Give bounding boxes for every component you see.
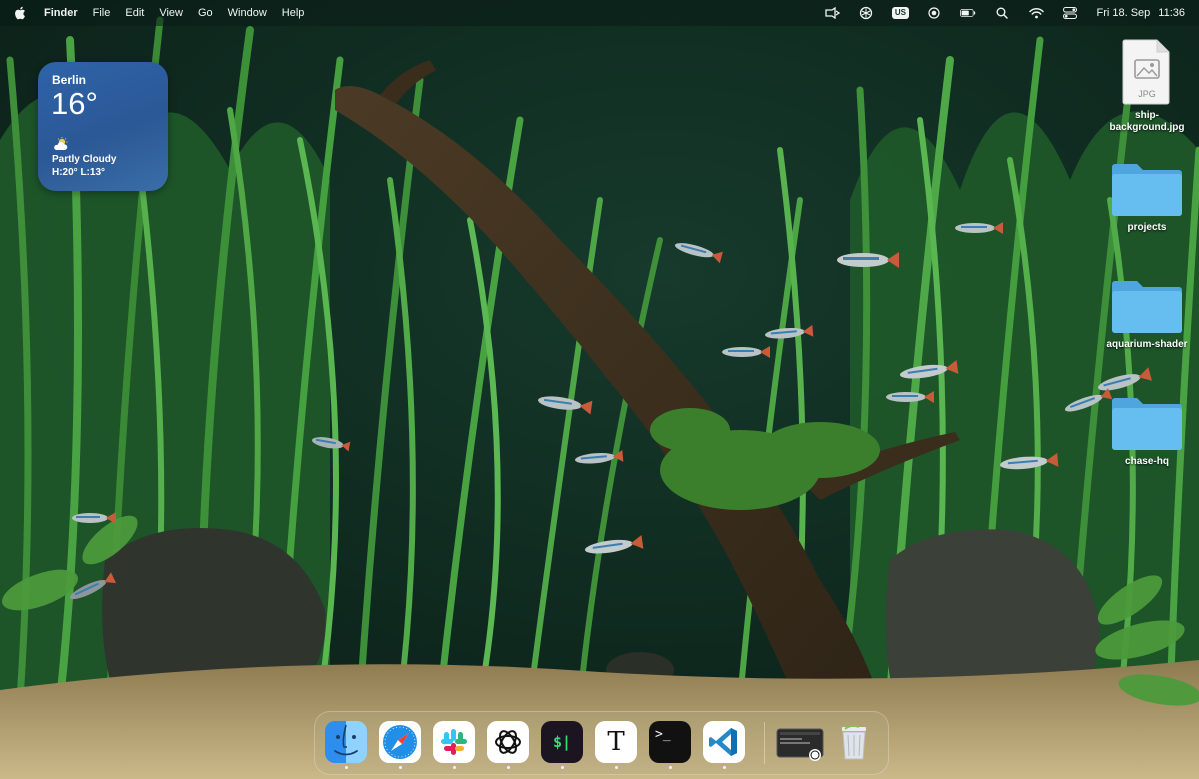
screen-record-icon[interactable]	[926, 6, 942, 20]
dock-slack[interactable]	[433, 721, 475, 763]
dock-trash[interactable]	[833, 721, 875, 763]
input-source-label: US	[891, 7, 910, 19]
terminal-icon: >_	[655, 727, 671, 742]
dock-finder[interactable]	[325, 721, 367, 763]
weather-widget[interactable]: Berlin 16° Partly Cloudy H:20° L:13°	[38, 62, 168, 191]
running-indicator	[615, 766, 618, 769]
jpg-file-icon: JPG	[1122, 39, 1170, 105]
menu-window[interactable]: Window	[228, 7, 267, 19]
wifi-icon[interactable]	[1028, 6, 1044, 20]
menu-view[interactable]: View	[159, 7, 183, 19]
terminal-dollar-icon: $|	[552, 733, 572, 751]
dock-separator	[764, 722, 765, 764]
desktop-icon-label: chase-hq	[1125, 456, 1169, 467]
dock: $| T >_	[314, 711, 889, 775]
partly-cloudy-icon	[52, 137, 70, 151]
typora-icon: T	[607, 727, 625, 757]
weather-condition: Partly Cloudy	[52, 154, 117, 165]
battery-icon[interactable]	[960, 6, 976, 20]
desktop-icon-label: aquarium-shader	[1106, 339, 1188, 350]
menu-go[interactable]: Go	[198, 7, 213, 19]
weather-city: Berlin	[52, 73, 87, 87]
slack-icon	[441, 729, 467, 755]
folder-icon	[1112, 281, 1182, 333]
running-indicator	[507, 766, 510, 769]
keyboard-input-icon[interactable]: US	[891, 6, 910, 20]
menu-clock[interactable]: Fri 18. Sep 11:36	[1096, 7, 1185, 19]
control-center-icon[interactable]	[1062, 6, 1078, 20]
clock-time: 11:36	[1158, 7, 1185, 19]
dock-vscode[interactable]	[703, 721, 745, 763]
menu-bar: Finder File Edit View Go Window Help US	[0, 0, 1199, 26]
chatgpt-icon[interactable]	[858, 6, 874, 20]
menu-help[interactable]: Help	[282, 7, 305, 19]
desktop-folder-projects[interactable]: projects	[1102, 160, 1192, 234]
running-indicator	[669, 766, 672, 769]
desktop: Finder File Edit View Go Window Help US	[0, 0, 1199, 779]
finder-icon	[334, 724, 358, 756]
safari-icon	[383, 725, 417, 759]
menu-file[interactable]: File	[93, 7, 111, 19]
desktop-icon-label: projects	[1127, 222, 1167, 233]
running-indicator	[345, 766, 348, 769]
dock-chatgpt[interactable]	[487, 721, 529, 763]
running-indicator	[561, 766, 564, 769]
desktop-file-ship-background[interactable]: JPG ship-background.jpg	[1102, 38, 1192, 134]
chatgpt-icon	[495, 730, 521, 754]
menu-app-name[interactable]: Finder	[44, 7, 78, 19]
cast-icon[interactable]	[824, 6, 841, 20]
dock-typora[interactable]: T	[595, 721, 637, 763]
clock-date: Fri 18. Sep	[1096, 7, 1151, 19]
running-indicator	[723, 766, 726, 769]
vscode-icon	[709, 728, 737, 756]
desktop-folder-chase-hq[interactable]: chase-hq	[1102, 394, 1192, 468]
file-type-badge: JPG	[1138, 89, 1156, 99]
aquarium-wallpaper	[0, 0, 1199, 779]
weather-temperature: 16°	[51, 86, 98, 121]
trash-icon	[842, 724, 866, 760]
folder-icon	[1112, 398, 1182, 450]
menu-edit[interactable]: Edit	[125, 7, 144, 19]
running-indicator	[399, 766, 402, 769]
running-indicator	[453, 766, 456, 769]
weather-range: H:20° L:13°	[52, 167, 106, 178]
folder-icon	[1112, 164, 1182, 216]
desktop-folder-aquarium-shader[interactable]: aquarium-shader	[1102, 277, 1192, 351]
window-thumbnail-icon	[776, 728, 824, 761]
spotlight-search-icon[interactable]	[994, 6, 1010, 20]
dock-terminal[interactable]: >_	[649, 721, 691, 763]
dock-terminal-dollar[interactable]: $|	[541, 721, 583, 763]
apple-menu-icon[interactable]	[14, 6, 28, 20]
desktop-icon-label: ship-background.jpg	[1109, 110, 1185, 133]
dock-safari[interactable]	[379, 721, 421, 763]
dock-recent-window[interactable]	[775, 721, 825, 763]
